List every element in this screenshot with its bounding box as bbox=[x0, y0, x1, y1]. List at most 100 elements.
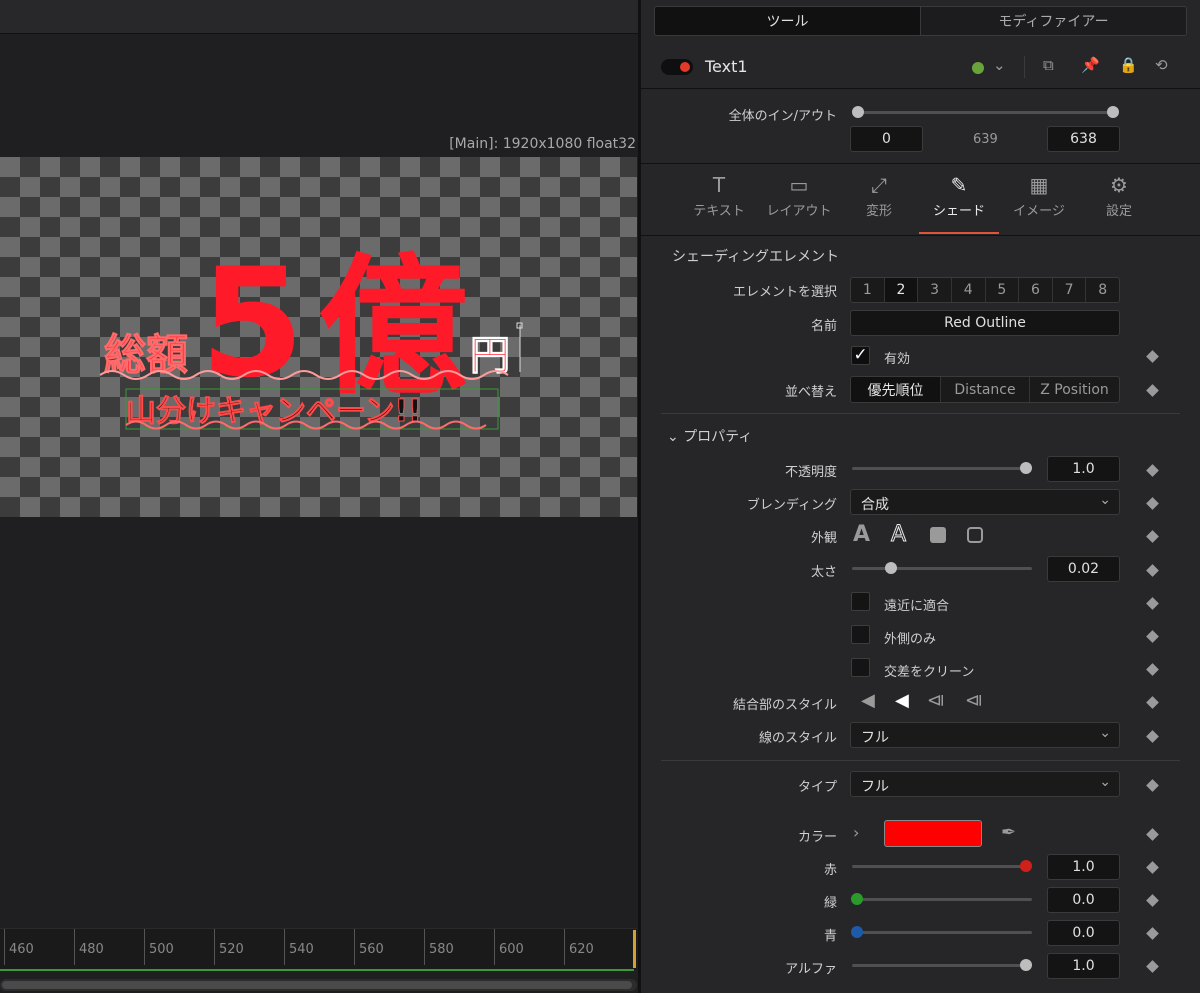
appearance-outline-icon[interactable]: A bbox=[890, 522, 906, 548]
color-tag-dot[interactable] bbox=[972, 62, 984, 74]
keyframe-diamond[interactable] bbox=[1146, 630, 1159, 643]
sort-distance[interactable]: Distance bbox=[941, 377, 1030, 402]
out-value-field[interactable]: 638 bbox=[1047, 126, 1120, 152]
reset-icon[interactable]: ⟲ bbox=[1155, 56, 1168, 74]
appearance-text-icon[interactable]: A bbox=[853, 522, 870, 547]
name-field[interactable]: Red Outline bbox=[850, 310, 1120, 336]
chevron-down-icon[interactable]: ⌄ bbox=[993, 56, 1006, 74]
lock-icon[interactable]: 🔒 bbox=[1119, 56, 1138, 74]
node-header: Text1 ⌄ ⧉ 📌 🔒 ⟲ bbox=[641, 44, 1200, 89]
timeline-ruler[interactable]: 460 480 500 520 540 560 580 600 620 bbox=[0, 928, 637, 970]
keyframe-diamond[interactable] bbox=[1146, 779, 1159, 792]
element-4[interactable]: 4 bbox=[952, 278, 986, 302]
keyframe-diamond[interactable] bbox=[1146, 597, 1159, 610]
version-icon[interactable]: ⧉ bbox=[1043, 56, 1054, 74]
keyframe-diamond[interactable] bbox=[1146, 663, 1159, 676]
type-label: タイプ bbox=[797, 780, 837, 795]
keyframe-diamond[interactable] bbox=[1146, 861, 1159, 874]
node-enable-toggle[interactable] bbox=[661, 59, 693, 75]
inspector-tabs: ツール モディファイアー bbox=[654, 6, 1187, 36]
red-field[interactable]: 1.0 bbox=[1047, 854, 1120, 880]
keyframe-diamond[interactable] bbox=[1146, 828, 1159, 841]
perspective-checkbox[interactable] bbox=[851, 592, 870, 611]
red-slider-track[interactable] bbox=[852, 865, 1032, 868]
timeline-scrollbar[interactable] bbox=[0, 979, 637, 991]
green-slider-track[interactable] bbox=[852, 898, 1032, 901]
thickness-slider-knob[interactable] bbox=[885, 562, 897, 574]
inout-range-track[interactable] bbox=[857, 111, 1113, 114]
chevron-right-icon[interactable]: › bbox=[853, 823, 859, 842]
line-style-label: 線のスタイル bbox=[758, 731, 837, 746]
blue-slider-track[interactable] bbox=[852, 931, 1032, 934]
tab-settings[interactable]: ⚙ 設定 bbox=[1079, 164, 1159, 234]
keyframe-diamond[interactable] bbox=[1146, 927, 1159, 940]
red-slider-knob[interactable] bbox=[1020, 860, 1032, 872]
join-bevel-icon[interactable]: ◀ bbox=[861, 690, 875, 711]
tab-tools[interactable]: ツール bbox=[655, 7, 921, 35]
playhead[interactable] bbox=[633, 930, 636, 968]
keyframe-diamond[interactable] bbox=[1146, 350, 1159, 363]
chevron-down-icon: ⌄ bbox=[667, 429, 684, 445]
outside-only-checkbox[interactable] bbox=[851, 625, 870, 644]
keyframe-diamond[interactable] bbox=[1146, 384, 1159, 397]
keyframe-diamond[interactable] bbox=[1146, 497, 1159, 510]
thickness-field[interactable]: 0.02 bbox=[1047, 556, 1120, 582]
tab-modifiers[interactable]: モディファイアー bbox=[921, 7, 1186, 35]
element-1[interactable]: 1 bbox=[851, 278, 885, 302]
opacity-slider-knob[interactable] bbox=[1020, 462, 1032, 474]
sort-priority[interactable]: 優先順位 bbox=[851, 377, 941, 402]
element-8[interactable]: 8 bbox=[1086, 278, 1119, 302]
element-6[interactable]: 6 bbox=[1019, 278, 1053, 302]
alpha-slider-track[interactable] bbox=[852, 964, 1032, 967]
scrollbar-thumb[interactable] bbox=[2, 981, 632, 989]
type-dropdown[interactable]: フル ⌄ bbox=[850, 771, 1120, 797]
green-slider-knob[interactable] bbox=[851, 893, 863, 905]
keyframe-diamond[interactable] bbox=[1146, 564, 1159, 577]
blue-field[interactable]: 0.0 bbox=[1047, 920, 1120, 946]
tab-image-label: イメージ bbox=[1013, 204, 1065, 219]
color-swatch[interactable] bbox=[884, 820, 982, 847]
keyframe-diamond[interactable] bbox=[1146, 960, 1159, 973]
keyframe-diamond[interactable] bbox=[1146, 696, 1159, 709]
clean-intersect-checkbox[interactable] bbox=[851, 658, 870, 677]
tab-transform[interactable]: ⤢ 変形 bbox=[839, 164, 919, 234]
element-5[interactable]: 5 bbox=[986, 278, 1020, 302]
eyedropper-icon[interactable]: ✒ bbox=[1001, 822, 1016, 843]
opacity-slider-track[interactable] bbox=[852, 467, 1032, 470]
tab-shading-label: シェード bbox=[932, 204, 985, 219]
keyframe-diamond[interactable] bbox=[1146, 464, 1159, 477]
tab-shading[interactable]: ✎ シェード bbox=[919, 164, 999, 234]
join-miter-icon[interactable]: ◀ bbox=[895, 690, 909, 711]
out-handle[interactable] bbox=[1107, 106, 1119, 118]
element-3[interactable]: 3 bbox=[918, 278, 952, 302]
enabled-checkbox[interactable]: ✓ bbox=[851, 346, 870, 365]
viewer-canvas[interactable]: 総額 5 億 円 山分けキャンペーン!! bbox=[0, 157, 637, 517]
alpha-field[interactable]: 1.0 bbox=[1047, 953, 1120, 979]
keyframe-diamond[interactable] bbox=[1146, 730, 1159, 743]
appearance-box-icon[interactable] bbox=[967, 527, 983, 543]
tab-text[interactable]: T テキスト bbox=[679, 164, 759, 234]
in-handle[interactable] bbox=[852, 106, 864, 118]
keyframe-diamond[interactable] bbox=[1146, 530, 1159, 543]
tab-image[interactable]: ▦ イメージ bbox=[999, 164, 1079, 234]
thickness-slider-track[interactable] bbox=[852, 567, 1032, 570]
keyframe-diamond[interactable] bbox=[1146, 894, 1159, 907]
alpha-slider-knob[interactable] bbox=[1020, 959, 1032, 971]
opacity-field[interactable]: 1.0 bbox=[1047, 456, 1120, 482]
appearance-block-icon[interactable] bbox=[930, 527, 946, 543]
element-2[interactable]: 2 bbox=[884, 278, 919, 302]
pin-icon[interactable]: 📌 bbox=[1081, 56, 1100, 74]
sort-z-position[interactable]: Z Position bbox=[1030, 377, 1119, 402]
tab-layout[interactable]: ▭ レイアウト bbox=[759, 164, 839, 234]
in-value-field[interactable]: 0 bbox=[850, 126, 923, 152]
green-field[interactable]: 0.0 bbox=[1047, 887, 1120, 913]
element-7[interactable]: 7 bbox=[1053, 278, 1087, 302]
node-title: Text1 bbox=[705, 57, 748, 76]
join-round-icon[interactable]: ⧏ bbox=[927, 690, 945, 711]
blending-dropdown[interactable]: 合成 ⌄ bbox=[850, 489, 1120, 515]
blue-slider-knob[interactable] bbox=[851, 926, 863, 938]
outside-only-label: 外側のみ bbox=[884, 632, 937, 647]
line-style-dropdown[interactable]: フル ⌄ bbox=[850, 722, 1120, 748]
properties-header[interactable]: ⌄ プロパティ bbox=[667, 426, 752, 446]
join-square-icon[interactable]: ⧏ bbox=[965, 690, 983, 711]
